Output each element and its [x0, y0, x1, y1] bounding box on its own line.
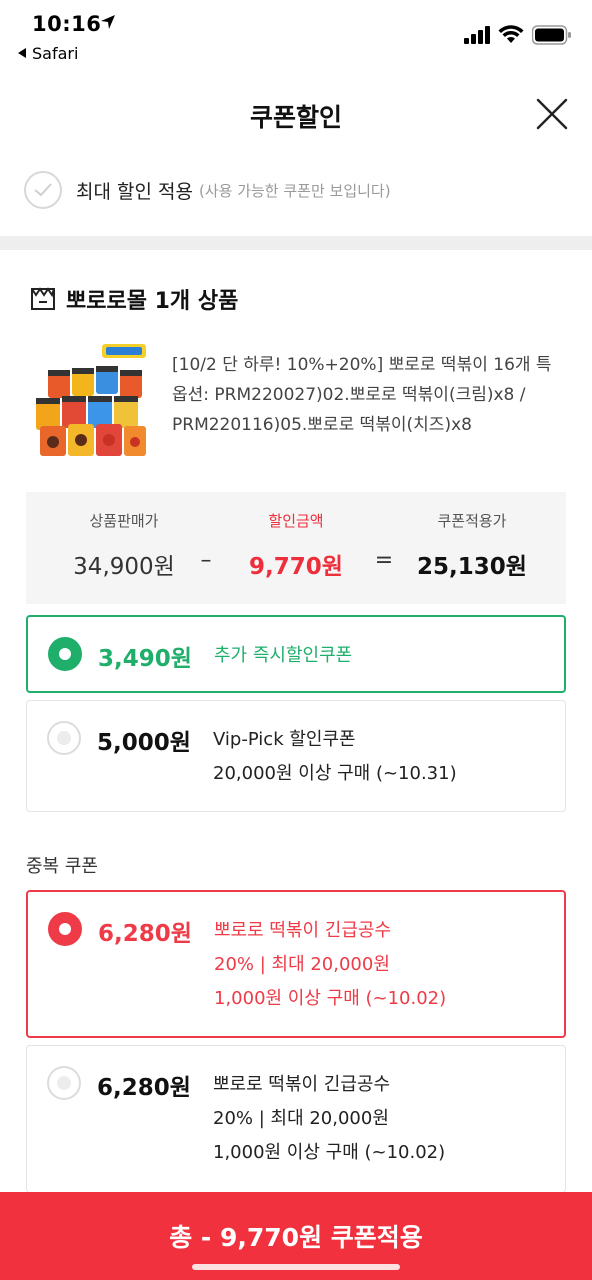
discount-label: 할인금액 [268, 512, 324, 530]
final-price-column: 쿠폰적용가 25,130원 [392, 510, 552, 581]
coupon-rate: 20% | 최대 20,000원 [214, 954, 390, 975]
product-thumbnail [28, 342, 154, 462]
final-price-value: 25,130원 [417, 554, 527, 580]
coupon-condition: 20,000원 이상 구매 (~10.31) [213, 763, 457, 784]
duplicate-coupon-option-2[interactable]: 6,280원 뽀로로 떡볶이 긴급공수 20% | 최대 20,000원 1,0… [26, 1045, 566, 1193]
product-option-line2: PRM220116)05.뽀로로 떡볶이(치즈)x8 [172, 415, 472, 435]
wifi-icon [498, 25, 524, 43]
duplicate-coupon-option-1[interactable]: 6,280원 뽀로로 떡볶이 긴급공수 20% | 최대 20,000원 1,0… [26, 890, 566, 1038]
status-bar: 10:16 Safari [0, 0, 592, 72]
price-summary: 상품판매가 34,900원 – 할인금액 9,770원 = 쿠폰적용가 25,1… [26, 492, 566, 604]
product-description: [10/2 단 하루! 10%+20%] 뽀로로 떡볶이 16개 특 옵션: P… [172, 350, 572, 440]
coupon-radio[interactable] [47, 1066, 81, 1100]
coupon-option-instant[interactable]: 3,490원 추가 즉시할인쿠폰 [26, 615, 566, 693]
apply-coupon-label: 총 - 9,770원 쿠폰적용 [169, 1223, 423, 1252]
final-price-label: 쿠폰적용가 [437, 512, 507, 530]
product-item: [10/2 단 하루! 10%+20%] 뽀로로 떡볶이 16개 특 옵션: P… [28, 342, 568, 462]
product-title: [10/2 단 하루! 10%+20%] 뽀로로 떡볶이 16개 특 [172, 355, 552, 375]
location-arrow-icon [101, 15, 115, 29]
store-icon [31, 287, 55, 310]
home-indicator[interactable] [192, 1264, 400, 1270]
store-header: 뽀로로몰 1개 상품 [30, 283, 238, 315]
status-time: 10:16 [32, 12, 102, 36]
max-discount-checkbox[interactable] [24, 171, 62, 209]
coupon-info: 뽀로로 떡볶이 긴급공수 20% | 최대 20,000원 1,000원 이상 … [214, 914, 446, 1016]
coupon-name: 뽀로로 떡볶이 긴급공수 [213, 1074, 391, 1095]
modal-header: 쿠폰할인 [0, 80, 592, 150]
back-to-app-link[interactable]: Safari [18, 44, 78, 63]
close-icon[interactable] [534, 96, 570, 132]
battery-icon [532, 25, 571, 45]
product-option-line1: 옵션: PRM220027)02.뽀로로 떡볶이(크림)x8 / [172, 385, 526, 405]
coupon-amount: 3,490원 [98, 646, 192, 672]
coupon-name: 추가 즉시할인쿠폰 [214, 645, 353, 666]
coupon-name: Vip-Pick 할인쿠폰 [213, 729, 356, 750]
page-title: 쿠폰할인 [249, 103, 342, 132]
coupon-radio-selected[interactable] [48, 637, 82, 671]
coupon-amount: 6,280원 [98, 921, 192, 947]
max-discount-hint: (사용 가능한 쿠폰만 보입니다) [198, 181, 391, 200]
coupon-amount: 6,280원 [97, 1075, 191, 1101]
coupon-radio[interactable] [47, 721, 81, 755]
coupon-condition: 1,000원 이상 구매 (~10.02) [213, 1142, 446, 1163]
sale-price-column: 상품판매가 34,900원 [44, 510, 204, 581]
back-app-label: Safari [32, 44, 79, 63]
checkmark-icon [34, 183, 52, 197]
section-divider [0, 236, 592, 250]
back-triangle-icon [18, 48, 26, 58]
coupon-amount: 5,000원 [97, 730, 191, 756]
max-discount-label: 최대 할인 적용 [76, 180, 193, 203]
coupon-option-vip[interactable]: 5,000원 Vip-Pick 할인쿠폰 20,000원 이상 구매 (~10.… [26, 700, 566, 812]
duplicate-coupon-heading: 중복 쿠폰 [26, 856, 98, 877]
max-discount-toggle[interactable]: 최대 할인 적용 (사용 가능한 쿠폰만 보입니다) [24, 170, 584, 210]
equals-sign: = [374, 548, 394, 573]
coupon-radio-selected[interactable] [48, 912, 82, 946]
sale-price-value: 34,900원 [73, 554, 175, 580]
coupon-info: 추가 즉시할인쿠폰 [214, 639, 352, 673]
discount-value: 9,770원 [249, 554, 343, 580]
cellular-signal-icon [464, 26, 490, 44]
coupon-rate: 20% | 최대 20,000원 [213, 1108, 389, 1129]
store-name: 뽀로로몰 1개 상품 [66, 289, 239, 314]
coupon-condition: 1,000원 이상 구매 (~10.02) [214, 988, 447, 1009]
coupon-info: 뽀로로 떡볶이 긴급공수 20% | 최대 20,000원 1,000원 이상 … [213, 1068, 445, 1170]
minus-sign: – [200, 548, 212, 573]
coupon-info: Vip-Pick 할인쿠폰 20,000원 이상 구매 (~10.31) [213, 723, 457, 791]
coupon-name: 뽀로로 떡볶이 긴급공수 [214, 920, 392, 941]
sale-price-label: 상품판매가 [89, 512, 159, 530]
discount-column: 할인금액 9,770원 [216, 510, 376, 581]
